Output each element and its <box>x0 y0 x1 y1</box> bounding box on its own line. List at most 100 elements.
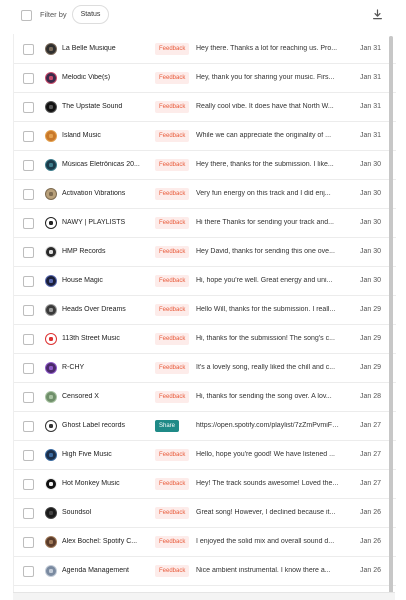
avatar <box>45 246 57 258</box>
row-checkbox[interactable] <box>23 305 34 316</box>
message-preview: While we can appreciate the originality … <box>196 132 332 139</box>
message-preview: I enjoyed the solid mix and overall soun… <box>196 538 335 545</box>
list-item[interactable]: House Magic Feedback Hi, hope you're wel… <box>14 267 396 296</box>
curator-name: Censored X <box>62 393 99 400</box>
date-label: Jan 27 <box>360 451 382 458</box>
list-item[interactable]: Activation Vibrations Feedback Very fun … <box>14 180 396 209</box>
date-label: Jan 29 <box>360 306 382 313</box>
list-item[interactable]: High Five Music Feedback Hello, hope you… <box>14 441 396 470</box>
filter-label: Filter by <box>40 10 67 19</box>
list-item[interactable]: Ghost Label records Share https://open.s… <box>14 412 396 441</box>
message-preview: Hello Will, thanks for the submission. I… <box>196 306 336 313</box>
curator-name: Ghost Label records <box>62 422 126 429</box>
status-badge: Feedback <box>155 304 190 316</box>
row-checkbox[interactable] <box>23 508 34 519</box>
row-checkbox[interactable] <box>23 131 34 142</box>
status-badge: Feedback <box>155 362 190 374</box>
date-label: Jan 30 <box>360 277 382 284</box>
row-checkbox[interactable] <box>23 450 34 461</box>
scrollbar-thumb[interactable] <box>389 36 393 596</box>
avatar <box>45 507 57 519</box>
list-item[interactable]: Músicas Eletrônicas 20... Feedback Hey t… <box>14 151 396 180</box>
curator-name: Hot Monkey Music <box>62 480 120 487</box>
row-checkbox[interactable] <box>23 392 34 403</box>
download-icon[interactable] <box>372 9 383 20</box>
row-checkbox[interactable] <box>23 479 34 490</box>
row-checkbox[interactable] <box>23 537 34 548</box>
row-checkbox[interactable] <box>23 276 34 287</box>
select-all-checkbox[interactable] <box>21 10 32 21</box>
avatar <box>45 304 57 316</box>
list-item[interactable]: Agenda Management Feedback Nice ambient … <box>14 557 396 586</box>
avatar <box>45 101 57 113</box>
message-preview: Hi, hope you're well. Great energy and u… <box>196 277 333 284</box>
curator-name: Agenda Management <box>62 567 129 574</box>
date-label: Jan 29 <box>360 364 382 371</box>
curator-name: Heads Over Dreams <box>62 306 126 313</box>
list-item[interactable]: Soundsol Feedback Great song! However, I… <box>14 499 396 528</box>
status-filter-button[interactable]: Status <box>72 5 109 24</box>
avatar <box>45 362 57 374</box>
list-item[interactable]: R-CHY Feedback It's a lovely song, reall… <box>14 354 396 383</box>
list-item[interactable]: HMP Records Feedback Hey David, thanks f… <box>14 238 396 267</box>
list-item[interactable]: Censored X Feedback Hi, thanks for sendi… <box>14 383 396 412</box>
message-preview: Hello, hope you're good! We have listene… <box>196 451 335 458</box>
message-preview: Hey David, thanks for sending this one o… <box>196 248 335 255</box>
message-preview: Hey, thank you for sharing your music. F… <box>196 74 335 81</box>
date-label: Jan 31 <box>360 103 382 110</box>
avatar <box>45 275 57 287</box>
avatar <box>45 478 57 490</box>
curator-name: La Belle Musique <box>62 45 116 52</box>
row-checkbox[interactable] <box>23 421 34 432</box>
row-checkbox[interactable] <box>23 363 34 374</box>
row-checkbox[interactable] <box>23 44 34 55</box>
curator-name: High Five Music <box>62 451 112 458</box>
row-checkbox[interactable] <box>23 102 34 113</box>
submission-list: La Belle Musique Feedback Hey there. Tha… <box>13 34 396 600</box>
list-item[interactable]: The Upstate Sound Feedback Really cool v… <box>14 93 396 122</box>
status-badge: Feedback <box>155 333 190 345</box>
curator-name: Melodic Vibe(s) <box>62 74 111 81</box>
list-item[interactable]: Melodic Vibe(s) Feedback Hey, thank you … <box>14 64 396 93</box>
curator-name: Island Music <box>62 132 101 139</box>
status-badge: Feedback <box>155 130 190 142</box>
row-checkbox[interactable] <box>23 189 34 200</box>
row-checkbox[interactable] <box>23 334 34 345</box>
status-badge: Feedback <box>155 275 190 287</box>
list-item[interactable]: 113th Street Music Feedback Hi, thanks f… <box>14 325 396 354</box>
date-label: Jan 27 <box>360 422 382 429</box>
list-item[interactable]: Heads Over Dreams Feedback Hello Will, t… <box>14 296 396 325</box>
message-preview: Hey there, thanks for the submission. I … <box>196 161 334 168</box>
list-item[interactable]: Alex Bochel: Spotify C... Feedback I enj… <box>14 528 396 557</box>
message-preview: Really cool vibe. It does have that Nort… <box>196 103 334 110</box>
list-item[interactable]: Hot Monkey Music Feedback Hey! The track… <box>14 470 396 499</box>
status-badge: Feedback <box>155 159 190 171</box>
avatar <box>45 420 57 432</box>
curator-name: Activation Vibrations <box>62 190 126 197</box>
date-label: Jan 31 <box>360 45 382 52</box>
date-label: Jan 31 <box>360 132 382 139</box>
row-checkbox[interactable] <box>23 566 34 577</box>
list-item[interactable]: La Belle Musique Feedback Hey there. Tha… <box>14 35 396 64</box>
status-badge: Feedback <box>155 478 190 490</box>
row-checkbox[interactable] <box>23 218 34 229</box>
avatar <box>45 130 57 142</box>
status-badge: Feedback <box>155 391 190 403</box>
filter-toolbar: Filter by Status <box>0 0 406 33</box>
list-item[interactable]: NAWY | PLAYLISTS Feedback Hi there Thank… <box>14 209 396 238</box>
message-preview: Hey! The track sounds awesome! Loved the… <box>196 480 339 487</box>
avatar <box>45 188 57 200</box>
scrollbar[interactable] <box>389 36 393 596</box>
curator-name: NAWY | PLAYLISTS <box>62 219 126 226</box>
row-checkbox[interactable] <box>23 73 34 84</box>
curator-name: The Upstate Sound <box>62 103 123 110</box>
status-badge: Feedback <box>155 101 190 113</box>
list-item[interactable]: Island Music Feedback While we can appre… <box>14 122 396 151</box>
avatar <box>45 217 57 229</box>
row-checkbox[interactable] <box>23 247 34 258</box>
list-bottom-edge <box>13 592 395 600</box>
status-badge: Feedback <box>155 507 190 519</box>
date-label: Jan 26 <box>360 567 382 574</box>
row-checkbox[interactable] <box>23 160 34 171</box>
curator-name: Alex Bochel: Spotify C... <box>62 538 138 545</box>
